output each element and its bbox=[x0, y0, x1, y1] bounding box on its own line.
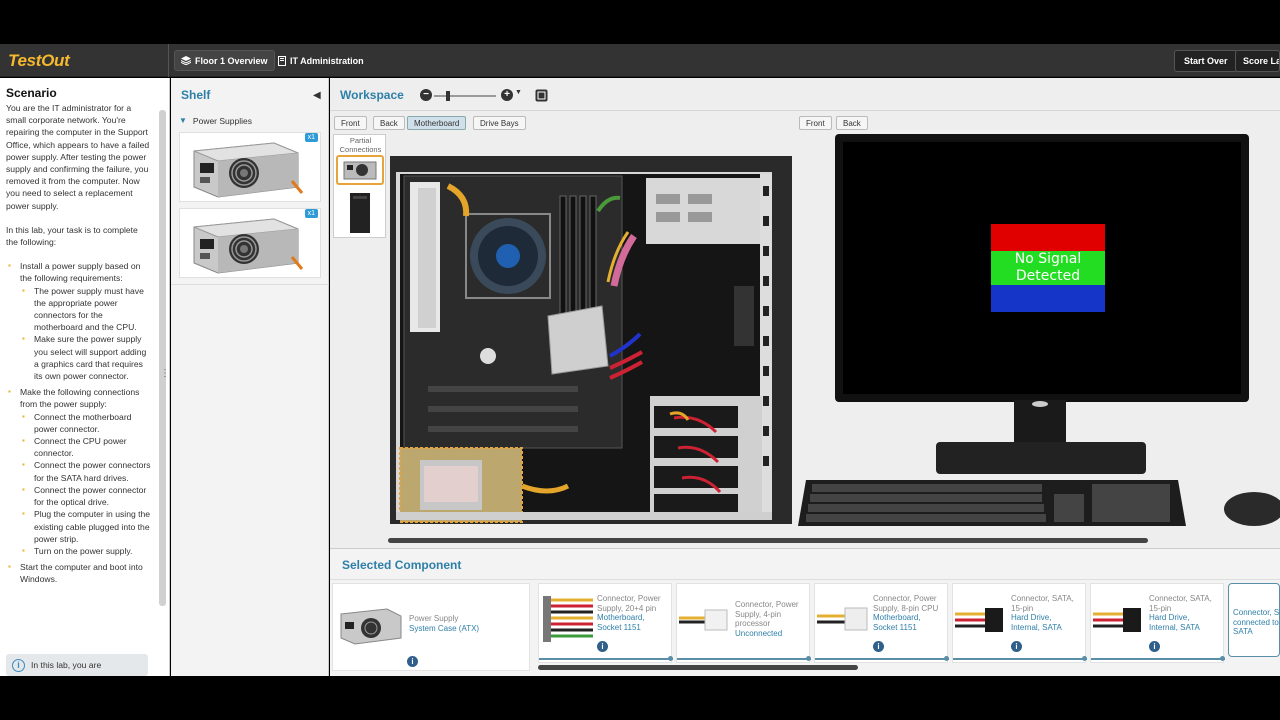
floor-overview-button[interactable]: Floor 1 Overview bbox=[174, 50, 275, 71]
workspace-scrollbar[interactable] bbox=[388, 538, 1148, 543]
motherboard-case-view[interactable] bbox=[388, 156, 794, 526]
scenario-body: You are the IT administrator for a small… bbox=[6, 102, 152, 586]
selected-component-title: Selected Component bbox=[342, 558, 462, 572]
monitor-view-front-button[interactable]: Front bbox=[799, 116, 832, 130]
monitor-view-back-button[interactable]: Back bbox=[836, 116, 868, 130]
shelf-item-power-supply[interactable]: x1 bbox=[179, 208, 321, 278]
connector-card-sata-3[interactable]: Connector, SA connected to SATA bbox=[1228, 583, 1280, 657]
quantity-badge: x1 bbox=[304, 133, 318, 142]
info-icon[interactable]: i bbox=[597, 641, 608, 652]
system-case-thumb-icon bbox=[350, 193, 370, 233]
shelf-category-power-supplies[interactable]: ▼ Power Supplies bbox=[179, 116, 252, 126]
zoom-slider[interactable] bbox=[434, 90, 496, 102]
sata-connector-image bbox=[955, 608, 1003, 632]
info-icon[interactable]: i bbox=[1011, 641, 1022, 652]
expand-triangle-icon: ▼ bbox=[179, 116, 187, 125]
info-icon[interactable]: i bbox=[873, 641, 884, 652]
connector-card-8-pin-cpu[interactable]: Connector, Power Supply, 8-pin CPU Mother… bbox=[814, 583, 949, 663]
scenario-note: i In this lab, you are bbox=[6, 654, 148, 676]
connection-indicator bbox=[1091, 656, 1225, 661]
info-icon[interactable]: i bbox=[407, 656, 418, 667]
selected-power-supply-card[interactable]: Power Supply System Case (ATX) i bbox=[332, 583, 530, 671]
scenario-title: Scenario bbox=[6, 86, 57, 100]
testout-lab-app: TestOut Floor 1 Overview IT Administrati… bbox=[0, 0, 1280, 720]
detected-text: Detected bbox=[1015, 268, 1081, 284]
no-signal-text: No Signal bbox=[1014, 251, 1082, 267]
monitor-screen: No Signal Detected bbox=[843, 142, 1241, 394]
connector-card-4-pin[interactable]: Connector, Power Supply, 4-pin processor U… bbox=[676, 583, 811, 663]
zoom-in-button[interactable]: + bbox=[501, 89, 513, 101]
quantity-badge: x1 bbox=[304, 209, 318, 218]
connector-card-20-4-pin[interactable]: Connector, Power Supply, 20+4 pin Motherb… bbox=[538, 583, 673, 663]
power-supply-image bbox=[340, 608, 402, 645]
task-subitem: Connect the power connectors for the SAT… bbox=[20, 459, 152, 483]
no-signal-color-bars: No Signal Detected bbox=[991, 224, 1105, 312]
scenario-intro: You are the IT administrator for a small… bbox=[6, 103, 150, 211]
it-administration-button[interactable]: IT Administration bbox=[272, 50, 370, 71]
partial-connection-case[interactable] bbox=[336, 191, 384, 235]
monitor[interactable]: No Signal Detected bbox=[835, 134, 1249, 402]
connection-indicator bbox=[815, 656, 949, 661]
keyboard[interactable] bbox=[798, 476, 1188, 532]
connection-indicator bbox=[677, 656, 811, 661]
sata-connector-image bbox=[1093, 608, 1141, 632]
mouse[interactable] bbox=[1222, 490, 1280, 528]
panel-splitter-handle[interactable]: ⋮ bbox=[160, 368, 169, 386]
collapse-shelf-icon[interactable]: ◀ bbox=[313, 90, 321, 101]
power-supply-image bbox=[193, 218, 304, 274]
selected-component-panel: Selected Component Power Supply System C… bbox=[330, 548, 1280, 676]
task-subitem: Make sure the power supply you select wi… bbox=[20, 333, 152, 382]
top-bar: TestOut Floor 1 Overview IT Administrati… bbox=[0, 44, 1280, 77]
task-subitem: Connect the CPU power connector. bbox=[20, 435, 152, 459]
fit-screen-icon[interactable] bbox=[535, 89, 548, 102]
power-supply-image bbox=[193, 142, 304, 198]
shelf-item-power-supply[interactable]: x1 bbox=[179, 132, 321, 202]
connector-8pin-image bbox=[817, 607, 868, 631]
scenario-scrollbar[interactable] bbox=[159, 110, 166, 606]
shelf-title: Shelf bbox=[181, 88, 211, 102]
task-subitem: Turn on the power supply. bbox=[20, 545, 152, 557]
server-icon bbox=[278, 55, 286, 66]
connector-24pin-image bbox=[543, 596, 593, 642]
power-supply-thumb-icon bbox=[343, 161, 377, 180]
zoom-dropdown-icon[interactable]: ▼ bbox=[515, 89, 522, 96]
start-over-button[interactable]: Start Over bbox=[1174, 50, 1238, 72]
connector-card-sata-1[interactable]: Connector, SATA, 15-pin Hard Drive, Intern… bbox=[952, 583, 1087, 663]
zoom-out-button[interactable]: − bbox=[420, 89, 432, 101]
task-subitem: Connect the motherboard power connector. bbox=[20, 411, 152, 435]
view-motherboard-button[interactable]: Motherboard bbox=[407, 116, 467, 130]
task-subitem: The power supply must have the appropria… bbox=[20, 285, 152, 334]
task-item: Make the following connections from the … bbox=[6, 386, 152, 557]
score-lab-button[interactable]: Score Lab bbox=[1235, 50, 1280, 72]
selected-component-scrollbar[interactable] bbox=[538, 665, 858, 670]
info-icon: i bbox=[12, 658, 25, 672]
view-drive-bays-button[interactable]: Drive Bays bbox=[473, 116, 526, 130]
task-subitem: Plug the computer in using the existing … bbox=[20, 508, 152, 545]
monitor-stand bbox=[936, 400, 1146, 474]
shelf-panel: Shelf ◀ ▼ Power Supplies x1 x1 bbox=[171, 78, 329, 676]
connector-4pin-image bbox=[679, 609, 728, 631]
task-subitem: Connect the power connector for the opti… bbox=[20, 484, 152, 508]
workspace-panel: Workspace − + ▼ Front Back Motherboard D… bbox=[330, 78, 1280, 548]
view-front-button[interactable]: Front bbox=[334, 116, 367, 130]
task-list: Install a power supply based on the foll… bbox=[6, 260, 152, 585]
connection-indicator bbox=[539, 656, 673, 661]
testout-logo: TestOut bbox=[8, 51, 70, 70]
it-administration-label: IT Administration bbox=[290, 55, 364, 66]
connection-indicator bbox=[953, 656, 1087, 661]
view-back-button[interactable]: Back bbox=[373, 116, 405, 130]
floor-overview-label: Floor 1 Overview bbox=[195, 55, 268, 66]
partial-connection-power-supply[interactable] bbox=[336, 155, 384, 185]
scenario-task-intro: In this lab, your task is to complete th… bbox=[6, 224, 138, 248]
partial-connections-label: Partial Connections bbox=[339, 136, 382, 154]
scenario-panel: Scenario You are the IT administrator fo… bbox=[0, 78, 170, 676]
workspace-title: Workspace bbox=[340, 88, 404, 102]
info-icon[interactable]: i bbox=[1149, 641, 1160, 652]
task-item: Install a power supply based on the foll… bbox=[6, 260, 152, 382]
partial-connections-panel: Partial Connections bbox=[333, 134, 386, 238]
connector-card-sata-2[interactable]: Connector, SATA, 15-pin Hard Drive, Intern… bbox=[1090, 583, 1225, 663]
layers-icon bbox=[181, 56, 191, 65]
task-item: Start the computer and boot into Windows… bbox=[6, 561, 152, 585]
